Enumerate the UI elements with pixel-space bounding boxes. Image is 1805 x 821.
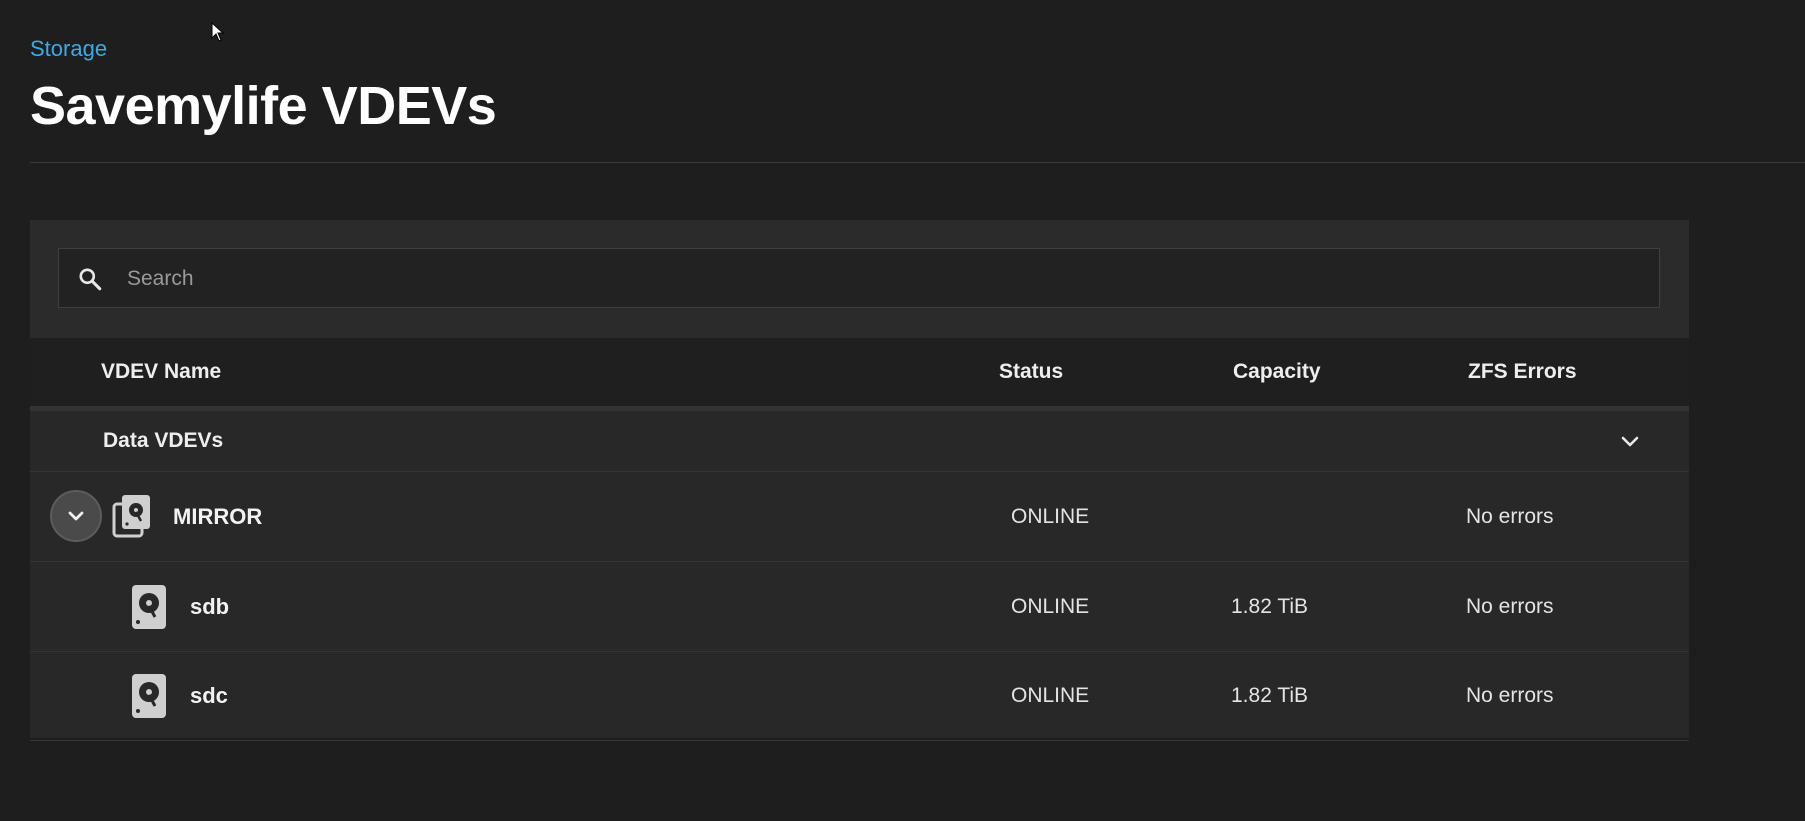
table-row-mirror[interactable]: MIRROR ONLINE No errors [30,472,1689,562]
column-header-status[interactable]: Status [999,338,1063,406]
zfs-errors-cell: No errors [1466,595,1554,618]
search-area [30,220,1689,338]
zfs-errors-cell: No errors [1466,505,1554,528]
zfs-errors-cell: No errors [1466,684,1554,707]
chevron-down-icon [68,511,84,521]
group-row-data-vdevs[interactable]: Data VDEVs [30,411,1689,472]
hard-disk-icon [132,585,166,629]
column-header-zfs-errors[interactable]: ZFS Errors [1468,338,1577,406]
capacity-cell: 1.82 TiB [1231,595,1309,618]
status-cell: ONLINE [1011,684,1090,707]
chevron-down-icon[interactable] [1618,430,1642,454]
search-box[interactable] [58,248,1660,309]
column-header-vdev-name[interactable]: VDEV Name [101,338,221,406]
table-row-sdb[interactable]: sdb ONLINE 1.82 TiB No errors [30,562,1689,652]
vdev-name: sdc [190,683,228,708]
hard-disk-icon [132,674,166,718]
search-icon [79,268,102,291]
status-cell: ONLINE [1011,505,1090,528]
title-divider [30,162,1805,163]
breadcrumb-storage[interactable]: Storage [30,36,107,62]
expand-toggle-button[interactable] [50,490,102,542]
mouse-cursor-icon [211,22,225,42]
page: Storage Savemylife VDEVs VDEV Name Statu… [0,0,1805,821]
vdev-name: MIRROR [173,504,263,529]
group-label: Data VDEVs [103,429,224,452]
column-header-capacity[interactable]: Capacity [1233,338,1321,406]
vdevs-card: VDEV Name Status Capacity ZFS Errors Dat… [30,220,1689,741]
table-row-sdc[interactable]: sdc ONLINE 1.82 TiB No errors [30,651,1689,741]
capacity-cell: 1.82 TiB [1231,684,1309,707]
vdev-name: sdb [190,594,230,619]
table-header: VDEV Name Status Capacity ZFS Errors [30,338,1689,411]
status-cell: ONLINE [1011,595,1090,618]
search-input[interactable] [125,249,1629,309]
page-title: Savemylife VDEVs [30,76,497,136]
mirror-disks-icon [112,495,150,538]
